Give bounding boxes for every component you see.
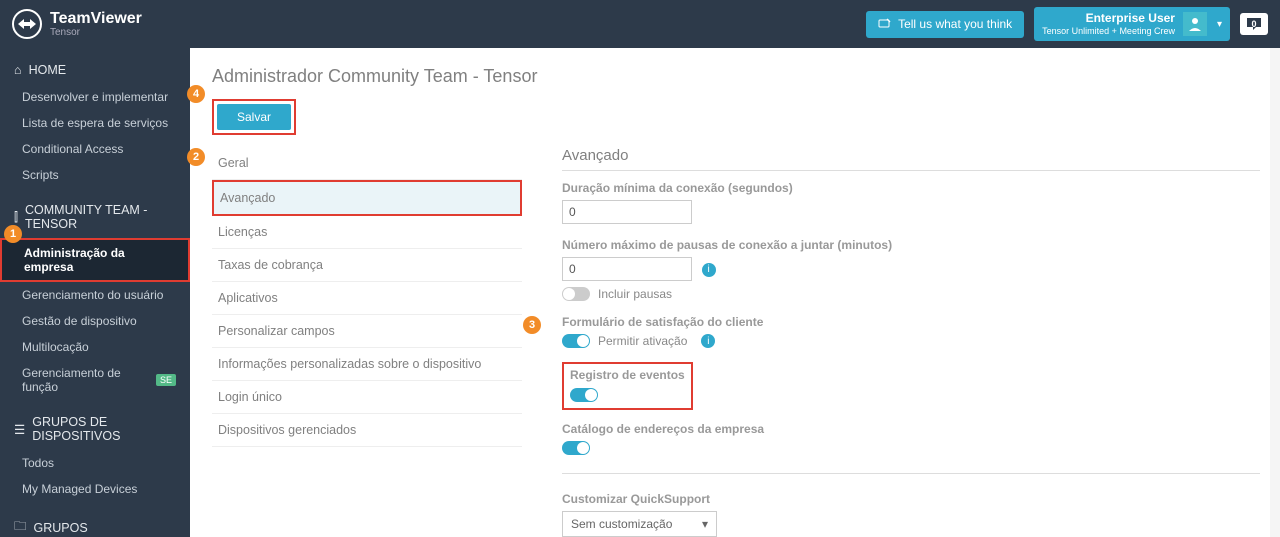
layers-icon: ☰ <box>14 422 25 437</box>
maxbreaks-label: Número máximo de pausas de conexão a jun… <box>562 238 1260 252</box>
allow-activation-toggle[interactable] <box>562 334 590 348</box>
tab-deviceinfo[interactable]: Informações personalizadas sobre o dispo… <box>212 348 522 381</box>
tab-advanced[interactable]: Avançado <box>212 180 522 216</box>
sidebar-item-all-devices[interactable]: Todos <box>0 450 190 476</box>
chevron-down-icon: ▾ <box>702 517 708 531</box>
form-column: Avançado Duração mínima da conexão (segu… <box>562 147 1280 537</box>
include-breaks-toggle[interactable] <box>562 287 590 301</box>
eventlog-label: Registro de eventos <box>570 368 685 382</box>
chevron-down-icon: ▾ <box>1217 19 1222 30</box>
se-badge: SE <box>156 374 176 386</box>
info-icon[interactable]: i <box>701 334 715 348</box>
divider <box>562 473 1260 474</box>
sidebar-item-admin[interactable]: Administração da empresa <box>0 238 190 282</box>
section-title: Avançado <box>562 147 1260 171</box>
sidebar-item-conditional[interactable]: Conditional Access <box>0 136 190 162</box>
tab-licenses[interactable]: Licenças <box>212 216 522 249</box>
eventlog-toggle[interactable] <box>570 388 598 402</box>
allow-activation-label: Permitir ativação <box>598 334 687 348</box>
tab-sso[interactable]: Login único <box>212 381 522 414</box>
sidebar-groups-header[interactable]: 🗀 GRUPOS <box>0 510 190 537</box>
custom-qs-label: Customizar QuickSupport <box>562 492 1260 506</box>
tab-apps[interactable]: Aplicativos <box>212 282 522 315</box>
logo[interactable]: TeamViewer Tensor <box>12 9 142 39</box>
callout-4: 4 <box>187 85 205 103</box>
topbar: TeamViewer Tensor Tell us what you think… <box>0 0 1280 48</box>
sidebar-item-devicemgmt[interactable]: Gestão de dispositivo <box>0 308 190 334</box>
sidebar-item-scripts[interactable]: Scripts <box>0 162 190 188</box>
duration-input[interactable] <box>562 200 692 224</box>
sidebar-item-roles[interactable]: Gerenciamento de função SE <box>0 360 190 400</box>
user-menu[interactable]: Enterprise User Tensor Unlimited + Meeti… <box>1034 7 1230 40</box>
sidebar-item-multitenant[interactable]: Multilocação <box>0 334 190 360</box>
sidebar-item-waitlist[interactable]: Lista de espera de serviços <box>0 110 190 136</box>
save-button-wrap: Salvar <box>212 99 296 135</box>
home-icon: ⌂ <box>14 63 22 77</box>
chart-icon: ⫿ <box>14 210 18 225</box>
sidebar-item-managed[interactable]: My Managed Devices <box>0 476 190 502</box>
chat-button[interactable]: 0 <box>1240 13 1268 35</box>
user-plan: Tensor Unlimited + Meeting Crew <box>1042 26 1175 37</box>
brand-name: TeamViewer <box>50 10 142 28</box>
addressbook-toggle[interactable] <box>562 441 590 455</box>
sidebar-home-header[interactable]: ⌂ HOME <box>0 56 190 84</box>
tab-list: Geral Avançado Licenças Taxas de cobranç… <box>212 147 522 537</box>
event-log-highlight: Registro de eventos <box>562 362 693 410</box>
maxbreaks-input[interactable] <box>562 257 692 281</box>
tab-customfields[interactable]: Personalizar campos <box>212 315 522 348</box>
addressbook-label: Catálogo de endereços da empresa <box>562 422 1260 436</box>
satisfaction-label: Formulário de satisfação do cliente <box>562 315 1260 329</box>
callout-3: 3 <box>523 316 541 334</box>
page-title: Administrador Community Team - Tensor <box>212 66 1280 87</box>
user-name: Enterprise User <box>1042 11 1175 25</box>
sidebar-item-usermgmt[interactable]: Gerenciamento do usuário <box>0 282 190 308</box>
custom-qs-select[interactable]: Sem customização ▾ <box>562 511 717 537</box>
sidebar-team-header[interactable]: ⫿ COMMUNITY TEAM - TENSOR <box>0 196 190 238</box>
sidebar-devgroups-header[interactable]: ☰ GRUPOS DE DISPOSITIVOS <box>0 408 190 450</box>
info-icon[interactable]: i <box>702 263 716 277</box>
scrollbar[interactable] <box>1270 48 1280 537</box>
feedback-button[interactable]: Tell us what you think <box>866 11 1024 38</box>
save-button[interactable]: Salvar <box>217 104 291 130</box>
brand-sub: Tensor <box>50 27 142 38</box>
tab-general[interactable]: Geral <box>212 147 522 180</box>
main-panel: Administrador Community Team - Tensor Sa… <box>190 48 1280 537</box>
callout-1: 1 <box>4 225 22 243</box>
callout-2: 2 <box>187 148 205 166</box>
tab-billing[interactable]: Taxas de cobrança <box>212 249 522 282</box>
teamviewer-logo-icon <box>12 9 42 39</box>
tab-managed[interactable]: Dispositivos gerenciados <box>212 414 522 447</box>
sidebar: ⌂ HOME Desenvolver e implementar Lista d… <box>0 48 190 537</box>
avatar <box>1183 12 1207 36</box>
duration-label: Duração mínima da conexão (segundos) <box>562 181 1260 195</box>
pencil-icon <box>878 17 892 32</box>
sidebar-item-develop[interactable]: Desenvolver e implementar <box>0 84 190 110</box>
folder-icon: 🗀 <box>14 517 27 537</box>
include-breaks-label: Incluir pausas <box>598 287 672 301</box>
